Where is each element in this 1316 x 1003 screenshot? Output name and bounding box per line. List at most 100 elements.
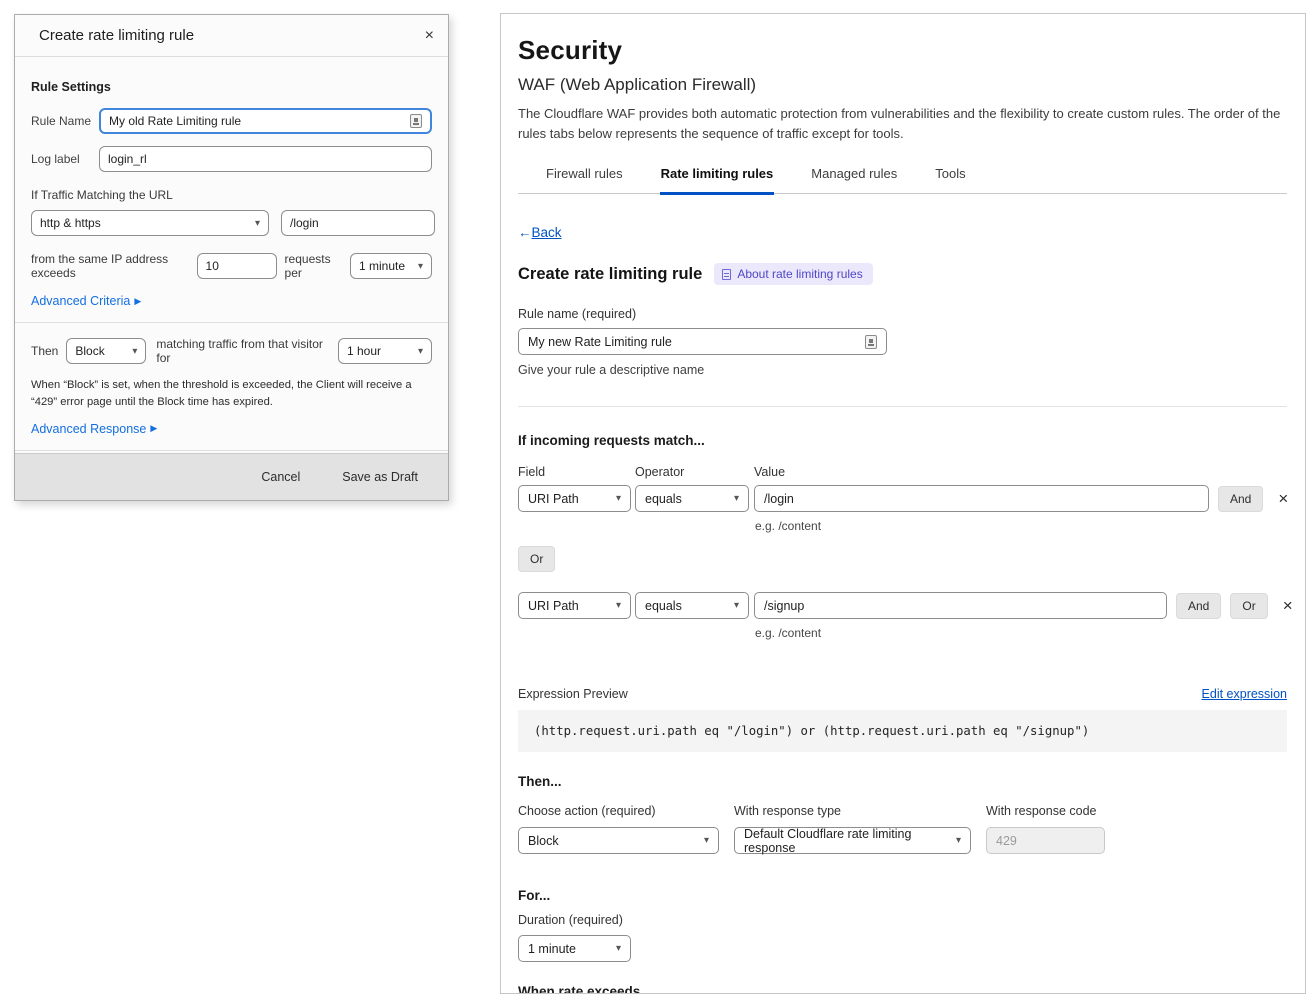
match-row-1: URI Path ▾ equals ▾ /login And × (518, 485, 1287, 512)
remove-condition-icon[interactable]: × (1283, 597, 1293, 614)
page-title: Security (518, 35, 1287, 66)
save-as-draft-button[interactable]: Save as Draft (342, 470, 418, 484)
action-select[interactable]: Block ▾ (518, 827, 719, 854)
advanced-criteria-label: Advanced Criteria (31, 294, 130, 308)
duration-select[interactable]: 1 minute ▾ (518, 935, 631, 962)
operator-value: equals (645, 599, 682, 613)
log-label-label: Log label (31, 152, 99, 166)
dialog-title: Create rate limiting rule (39, 27, 194, 44)
rule-name-value: My old Rate Limiting rule (109, 114, 241, 128)
field-value: URI Path (528, 492, 579, 506)
threshold-row: from the same IP address exceeds 10 requ… (31, 252, 432, 280)
tab-managed-rules[interactable]: Managed rules (810, 162, 898, 195)
operator-value: equals (645, 492, 682, 506)
chevron-down-icon: ▾ (616, 493, 621, 504)
field-column-label: Field (518, 465, 635, 479)
tab-tools[interactable]: Tools (934, 162, 966, 195)
block-note: When “Block” is set, when the threshold … (31, 377, 432, 412)
duration-value: 1 minute (528, 942, 576, 956)
and-button[interactable]: And (1176, 593, 1221, 619)
field-select[interactable]: URI Path ▾ (518, 592, 631, 619)
tab-rate-limiting-rules[interactable]: Rate limiting rules (660, 162, 775, 195)
then-section-heading: Then... (518, 774, 1287, 789)
page-description: The Cloudflare WAF provides both automat… (518, 104, 1287, 143)
or-button[interactable]: Or (518, 546, 555, 572)
chevron-down-icon: ▾ (132, 346, 137, 357)
advanced-response-label: Advanced Response (31, 422, 146, 436)
block-duration-select[interactable]: 1 hour ▾ (338, 338, 432, 364)
field-select[interactable]: URI Path ▾ (518, 485, 631, 512)
value-input[interactable]: /login (754, 485, 1209, 512)
back-link[interactable]: ←Back (518, 225, 1287, 240)
rule-name-input[interactable]: My old Rate Limiting rule (99, 108, 432, 134)
cancel-button[interactable]: Cancel (261, 470, 300, 484)
period-value: 1 minute (359, 259, 405, 273)
log-label-value: login_rl (108, 152, 147, 166)
value-column-label: Value (754, 465, 785, 479)
rule-name-label: Rule name (required) (518, 307, 1287, 321)
autofill-icon[interactable] (410, 114, 422, 128)
match-row-2: URI Path ▾ equals ▾ /signup And Or × (518, 592, 1287, 619)
caret-right-icon: ▶ (134, 296, 141, 307)
url-input[interactable]: /login (281, 210, 435, 236)
traffic-match-label: If Traffic Matching the URL (31, 188, 432, 202)
tab-firewall-rules[interactable]: Firewall rules (545, 162, 624, 195)
duration-label: Duration (required) (518, 913, 1287, 927)
rules-tabs: Firewall rules Rate limiting rules Manag… (518, 162, 1287, 194)
close-icon[interactable]: × (425, 28, 434, 44)
back-arrow-icon: ← (518, 225, 532, 240)
dialog-footer: Cancel Save as Draft (15, 453, 448, 500)
log-label-input[interactable]: login_rl (99, 146, 432, 172)
chevron-down-icon: ▾ (704, 835, 709, 846)
response-code-value: 429 (996, 834, 1017, 848)
about-rate-limiting-badge[interactable]: About rate limiting rules (714, 263, 872, 285)
response-type-select[interactable]: Default Cloudflare rate limiting respons… (734, 827, 971, 854)
chevron-down-icon: ▾ (734, 493, 739, 504)
field-value: URI Path (528, 599, 579, 613)
value-text: /login (764, 492, 794, 506)
form-title: Create rate limiting rule (518, 265, 702, 284)
response-type-value: Default Cloudflare rate limiting respons… (744, 827, 950, 855)
value-hint: e.g. /content (755, 519, 1287, 533)
action-value: Block (75, 344, 104, 358)
rule-name-value: My new Rate Limiting rule (528, 335, 672, 349)
chevron-down-icon: ▾ (616, 943, 621, 954)
rate-section-heading: When rate exceeds... (518, 984, 1287, 994)
page-subtitle: WAF (Web Application Firewall) (518, 75, 1287, 95)
remove-condition-icon[interactable]: × (1278, 490, 1288, 507)
divider (15, 322, 448, 323)
threshold-value: 10 (206, 259, 219, 273)
action-select[interactable]: Block ▾ (66, 338, 146, 364)
or-button[interactable]: Or (1230, 593, 1267, 619)
chevron-down-icon: ▾ (255, 218, 260, 229)
advanced-criteria-link[interactable]: Advanced Criteria ▶ (31, 294, 141, 308)
autofill-icon[interactable] (865, 335, 877, 349)
back-label: Back (532, 225, 562, 240)
chevron-down-icon: ▾ (418, 346, 423, 357)
operator-select[interactable]: equals ▾ (635, 592, 749, 619)
rule-settings-heading: Rule Settings (31, 80, 432, 94)
create-rate-limiting-rule-dialog: Create rate limiting rule × Rule Setting… (14, 14, 449, 501)
choose-action-label: Choose action (required) (518, 804, 734, 818)
rule-name-row: Rule Name My old Rate Limiting rule (31, 108, 432, 134)
threshold-input[interactable]: 10 (197, 253, 277, 279)
edit-expression-link[interactable]: Edit expression (1202, 687, 1287, 701)
period-select[interactable]: 1 minute ▾ (350, 253, 432, 279)
rule-name-help: Give your rule a descriptive name (518, 363, 1287, 377)
match-section-heading: If incoming requests match... (518, 433, 1287, 448)
security-waf-panel: Security WAF (Web Application Firewall) … (500, 13, 1306, 994)
value-input[interactable]: /signup (754, 592, 1167, 619)
value-text: /signup (764, 599, 804, 613)
scheme-select[interactable]: http & https ▾ (31, 210, 269, 236)
rule-name-input[interactable]: My new Rate Limiting rule (518, 328, 887, 355)
expression-preview-code: (http.request.uri.path eq "/login") or (… (518, 710, 1287, 752)
advanced-response-link[interactable]: Advanced Response ▶ (31, 422, 157, 436)
about-badge-label: About rate limiting rules (737, 267, 862, 281)
scheme-value: http & https (40, 216, 101, 230)
document-icon (722, 269, 731, 280)
operator-select[interactable]: equals ▾ (635, 485, 749, 512)
and-button[interactable]: And (1218, 486, 1263, 512)
threshold-prefix: from the same IP address exceeds (31, 252, 191, 280)
action-value: Block (528, 834, 559, 848)
response-code-label: With response code (986, 804, 1105, 818)
